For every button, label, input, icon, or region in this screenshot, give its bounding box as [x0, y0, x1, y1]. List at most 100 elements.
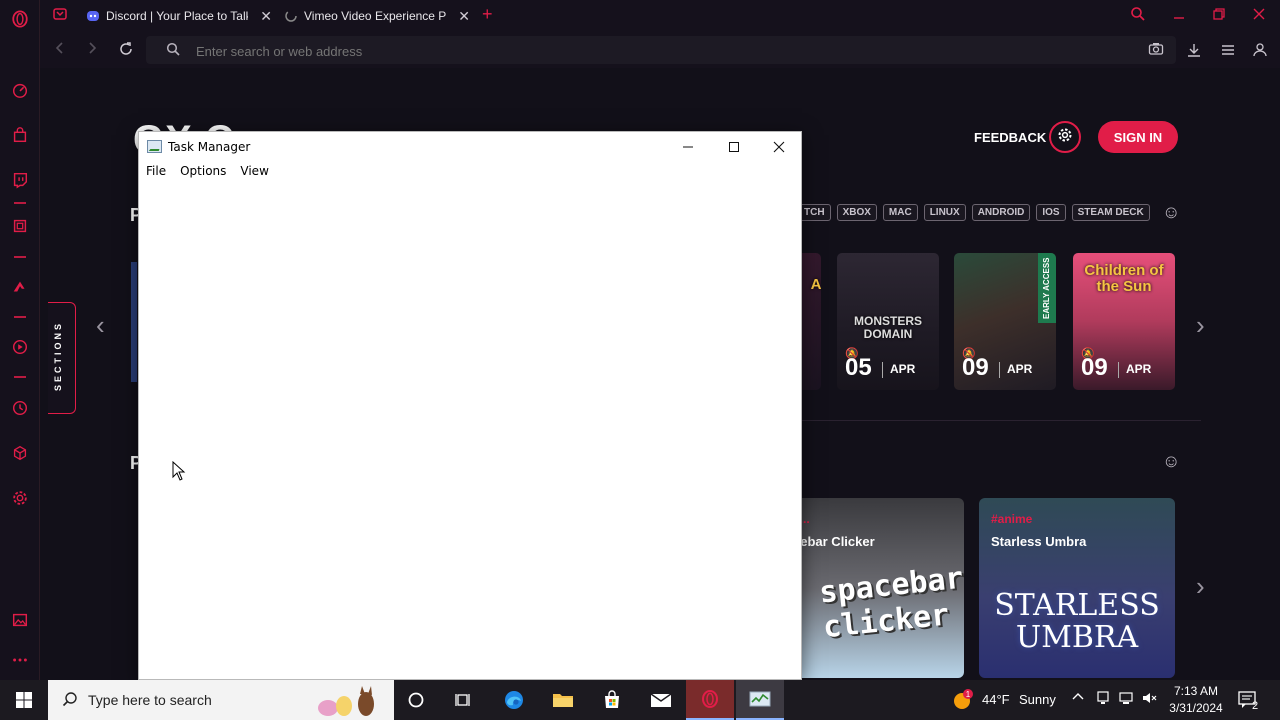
easy-setup-menu-icon[interactable] — [1220, 42, 1236, 61]
tab-close-icon[interactable]: ✕ — [458, 8, 470, 25]
start-button[interactable] — [0, 680, 48, 720]
system-clock[interactable]: 7:13 AM 3/31/2024 — [1164, 683, 1228, 717]
task-manager-taskbar-icon[interactable] — [736, 680, 784, 720]
search-placeholder: Type here to search — [88, 692, 212, 708]
sections-toggle[interactable]: SECTIONS — [48, 302, 76, 414]
search-icon — [166, 42, 180, 61]
downloads-icon[interactable] — [1186, 42, 1202, 61]
more-options-icon[interactable] — [10, 650, 30, 670]
platform-filter-chips: TCH XBOX MAC LINUX ANDROID IOS STEAM DEC… — [798, 204, 1150, 221]
gx-corner-icon[interactable] — [10, 277, 30, 297]
gx-control-icon[interactable] — [10, 216, 30, 236]
tab-close-icon[interactable]: ✕ — [260, 8, 272, 25]
back-arrow-icon[interactable] — [54, 41, 66, 58]
platform-chip[interactable]: LINUX — [923, 204, 966, 221]
platform-chip[interactable]: TCH — [798, 204, 831, 221]
smiley-icon[interactable]: ☺ — [1162, 202, 1180, 223]
close-window-icon[interactable] — [1252, 6, 1266, 27]
early-access-badge: EARLY ACCESS — [1038, 253, 1056, 323]
game-tag: #anime — [991, 512, 1033, 526]
section-divider — [801, 420, 1201, 421]
extensions-cube-icon[interactable] — [10, 443, 30, 463]
tab-title: Vimeo Video Experience Pl — [304, 9, 446, 23]
snapshot-camera-icon[interactable] — [1148, 42, 1164, 59]
meet-now-icon[interactable] — [1096, 691, 1110, 708]
platform-chip[interactable]: XBOX — [836, 204, 877, 221]
sidebar-divider — [14, 316, 26, 318]
microsoft-store-icon[interactable] — [588, 680, 636, 720]
release-card[interactable]: EARLY ACCESS 🔕 09 APR — [954, 253, 1056, 390]
carousel-prev-arrow-icon[interactable]: ‹ — [96, 310, 105, 341]
twitch-icon[interactable] — [10, 170, 30, 190]
tab-vimeo[interactable]: Vimeo Video Experience Pl ✕ — [284, 4, 470, 28]
edge-browser-icon[interactable] — [490, 680, 538, 720]
task-manager-icon — [147, 140, 162, 153]
maximize-button[interactable] — [711, 132, 757, 162]
opera-gx-logo-icon[interactable] — [10, 9, 30, 29]
taskbar-search-box[interactable]: Type here to search — [48, 680, 394, 720]
minimize-button[interactable] — [665, 132, 711, 162]
release-card[interactable]: Children of the Sun 🔕 09 APR — [1073, 253, 1175, 390]
platform-chip[interactable]: ANDROID — [971, 204, 1031, 221]
menu-view[interactable]: View — [239, 162, 274, 182]
discord-icon — [86, 9, 100, 23]
history-icon[interactable] — [10, 398, 30, 418]
restore-icon[interactable] — [1212, 6, 1226, 27]
settings-gear-icon[interactable] — [10, 488, 30, 508]
menu-file[interactable]: File — [145, 162, 172, 182]
menu-options[interactable]: Options — [179, 162, 232, 182]
game-name: Starless Umbra — [991, 534, 1087, 549]
date-separator — [999, 362, 1000, 378]
game-card[interactable]: #... cebar Clicker spacebar clicker — [781, 498, 964, 678]
file-explorer-icon[interactable] — [539, 680, 587, 720]
opera-gx-taskbar-icon[interactable] — [686, 680, 734, 720]
clock-date: 3/31/2024 — [1169, 701, 1223, 715]
carousel-next-arrow-icon[interactable]: › — [1196, 571, 1205, 602]
weather-condition[interactable]: Sunny — [1019, 692, 1056, 707]
platform-chip[interactable]: MAC — [882, 204, 918, 221]
carousel-next-arrow-icon[interactable]: › — [1196, 310, 1205, 341]
date-separator — [882, 362, 883, 378]
shopping-bag-icon[interactable] — [10, 125, 30, 145]
player-icon[interactable] — [10, 337, 30, 357]
svg-text:1: 1 — [966, 690, 971, 699]
weather-temperature[interactable]: 44°F — [982, 692, 1010, 707]
sidebar-divider — [14, 202, 26, 204]
task-view-icon[interactable] — [440, 680, 488, 720]
minimize-icon — [683, 146, 693, 148]
address-bar[interactable] — [146, 36, 1176, 64]
page-settings-button[interactable] — [1049, 121, 1081, 153]
chevron-up-icon[interactable] — [1072, 691, 1084, 706]
minimize-icon[interactable] — [1172, 6, 1186, 27]
tab-strip: Discord | Your Place to Talk ✕ Vimeo Vid… — [40, 0, 1280, 32]
speed-dial-icon[interactable] — [10, 80, 30, 100]
wallpaper-icon[interactable] — [10, 610, 30, 630]
cover-text: Children of the Sun — [1084, 262, 1164, 295]
profile-icon[interactable] — [1253, 42, 1267, 61]
sign-in-button[interactable]: SIGN IN — [1098, 121, 1178, 153]
address-input[interactable] — [196, 42, 1096, 60]
feedback-link[interactable]: FEEDBACK — [974, 130, 1046, 145]
new-tab-plus-icon[interactable]: + — [482, 4, 493, 25]
mail-icon[interactable] — [637, 680, 685, 720]
close-button[interactable] — [756, 132, 802, 162]
search-tabs-icon[interactable] — [1130, 6, 1146, 27]
forward-arrow-icon[interactable] — [86, 41, 98, 58]
game-card[interactable]: #anime Starless Umbra STARLESS UMBRA — [979, 498, 1175, 678]
close-icon — [773, 141, 785, 153]
volume-muted-icon[interactable] — [1142, 691, 1158, 708]
tab-manager-icon[interactable] — [52, 6, 68, 27]
maximize-icon — [729, 142, 739, 152]
network-icon[interactable] — [1119, 691, 1135, 708]
platform-chip[interactable]: IOS — [1036, 204, 1066, 221]
release-card[interactable]: MONSTERS DOMAIN 🔕 05 APR — [837, 253, 939, 390]
navigation-bar — [40, 32, 1280, 68]
tab-discord[interactable]: Discord | Your Place to Talk ✕ — [86, 4, 272, 28]
gear-icon — [1057, 127, 1073, 148]
task-manager-title-bar[interactable]: Task Manager — [139, 132, 801, 162]
smiley-icon[interactable]: ☺ — [1162, 451, 1180, 472]
weather-sun-icon[interactable]: 1 — [952, 689, 974, 714]
platform-chip[interactable]: STEAM DECK — [1071, 204, 1150, 221]
cortana-icon[interactable] — [392, 680, 440, 720]
reload-icon[interactable] — [118, 41, 134, 60]
